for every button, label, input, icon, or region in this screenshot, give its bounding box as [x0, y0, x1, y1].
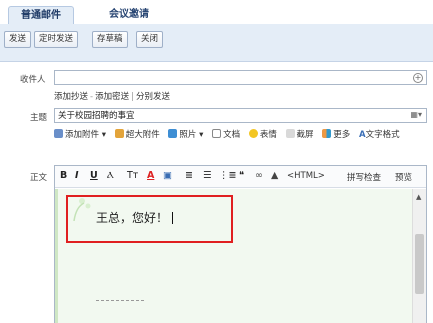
background-color-icon[interactable]: ▣ — [163, 170, 172, 181]
signature-separator — [96, 300, 144, 301]
editor-scrollbar[interactable]: ▲ — [412, 189, 426, 323]
add-cc-link[interactable]: 添加抄送 — [54, 92, 88, 102]
close-button[interactable]: 关闭 — [136, 31, 164, 48]
big-attachment-button[interactable]: 超大附件 — [114, 129, 160, 142]
compose-toolbar: 发送 定时发送 存草稿 关闭 — [0, 24, 433, 62]
link-separator: | — [131, 92, 134, 102]
add-attachment-button[interactable]: 添加附件 ▾ — [54, 129, 106, 142]
screenshot-button[interactable]: 截屏 — [285, 129, 314, 142]
more-button[interactable]: 更多 — [322, 129, 350, 142]
add-recipient-icon[interactable]: + — [413, 73, 423, 83]
font-size-icon[interactable]: Tт — [127, 170, 138, 181]
align-icon[interactable]: ≣ — [185, 170, 193, 181]
add-bcc-link[interactable]: 添加密送 — [95, 92, 129, 102]
html-toggle[interactable]: <HTML> — [287, 171, 325, 181]
paperclip-icon — [54, 129, 63, 138]
underline-icon[interactable]: U — [90, 170, 98, 181]
body-label: 正文 — [30, 173, 48, 183]
list-icon[interactable]: ☰ — [203, 170, 212, 181]
subject-label: 主题 — [30, 113, 48, 123]
scrollbar-thumb[interactable] — [415, 234, 424, 294]
separate-send-link[interactable]: 分别发送 — [136, 92, 170, 102]
indent-icon[interactable]: ⋮≣ — [219, 170, 236, 181]
photo-button[interactable]: 照片 ▾ — [168, 129, 203, 142]
photo-icon — [168, 129, 178, 138]
italic-icon[interactable]: I — [75, 170, 79, 181]
signature-icon[interactable]: ▲ — [271, 170, 278, 181]
attachment-toolbar: 添加附件 ▾ 超大附件 照片 ▾ 文档 表情 截屏 更多 A文字格式 — [54, 129, 424, 142]
subject-field[interactable]: 关于校园招聘的事宜 ▦▾ — [54, 108, 427, 123]
scroll-up-icon[interactable]: ▲ — [416, 193, 421, 201]
tab-normal-mail[interactable]: 普通邮件 — [8, 6, 74, 24]
link-separator: - — [90, 92, 94, 102]
format-toolbar: B I U Ⲁ Tт A ▣ ≣ ☰ ⋮≣ ❝ ∞ ▲ <HTML> 拼写检查 … — [55, 166, 426, 188]
compose-tabs: 普通邮件 会议邀请 — [0, 0, 433, 24]
spell-check-button[interactable]: 拼写检查 — [347, 171, 381, 183]
scissors-icon — [285, 129, 295, 138]
highlight-box — [66, 195, 233, 243]
recipient-options: 添加抄送 - 添加密送 | 分别发送 — [54, 90, 170, 102]
bold-icon[interactable]: B — [60, 170, 67, 181]
emoji-button[interactable]: 表情 — [248, 129, 277, 142]
grid-icon — [322, 129, 332, 138]
document-icon — [212, 129, 222, 138]
to-field[interactable]: + — [54, 70, 427, 85]
preview-button[interactable]: 预览 — [395, 171, 412, 183]
subject-menu-icon[interactable]: ▦▾ — [410, 110, 422, 119]
font-color-icon[interactable]: A — [147, 170, 154, 181]
subject-value: 关于校园招聘的事宜 — [58, 111, 135, 121]
smiley-icon — [248, 129, 258, 138]
send-button[interactable]: 发送 — [4, 31, 32, 48]
document-button[interactable]: 文档 — [212, 129, 240, 142]
tab-meeting-invite[interactable]: 会议邀请 — [96, 6, 162, 24]
text-format-icon: A — [358, 130, 366, 140]
schedule-send-button[interactable]: 定时发送 — [34, 31, 79, 48]
big-clip-icon — [114, 129, 124, 138]
text-format-button[interactable]: A文字格式 — [359, 129, 400, 142]
link-icon[interactable]: ∞ — [255, 170, 263, 181]
save-draft-button[interactable]: 存草稿 — [92, 31, 128, 48]
to-label: 收件人 — [20, 75, 46, 85]
clear-format-icon[interactable]: Ⲁ — [107, 170, 114, 181]
quote-icon[interactable]: ❝ — [239, 170, 244, 181]
